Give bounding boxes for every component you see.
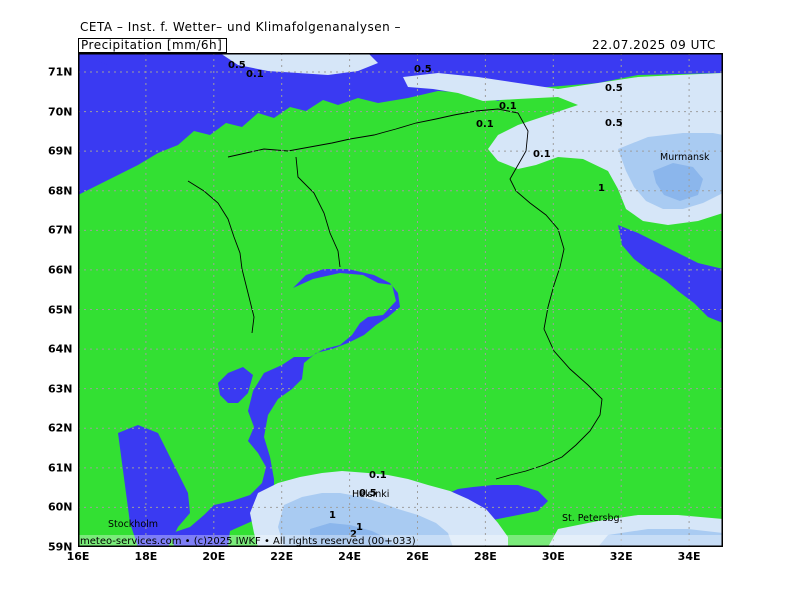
precipitation-map: 0.5 0.1 0.5 0.1 0.1 0.5 0.5 0.1 1 0.1 0.… <box>78 53 723 547</box>
latitude-label: 60N <box>48 500 73 514</box>
longitude-label: 28E <box>473 550 497 563</box>
parameter-title: Precipitation [mm/6h] <box>78 38 227 53</box>
city-label-st-petersburg: St. Petersbg. <box>562 513 623 524</box>
credit-text: meteo-services.com • (c)2025 IWKF • All … <box>80 536 416 547</box>
latitude-label: 67N <box>48 223 73 237</box>
longitude-label: 32E <box>609 550 633 563</box>
contour-label: 0.5 <box>605 83 623 94</box>
longitude-label: 16E <box>66 550 90 563</box>
city-label-stockholm: Stockholm <box>108 519 158 530</box>
contour-label: 0.1 <box>369 470 387 481</box>
latitude-label: 68N <box>48 184 73 198</box>
contour-label: 0.1 <box>533 149 551 160</box>
latitude-label: 70N <box>48 105 73 119</box>
longitude-label: 26E <box>406 550 429 563</box>
contour-label: 0.1 <box>499 101 517 112</box>
longitude-label: 18E <box>134 550 158 563</box>
contour-label: 0.5 <box>605 118 623 129</box>
longitude-label: 34E <box>677 550 701 563</box>
latitude-label: 71N <box>48 65 73 79</box>
latitude-label: 62N <box>48 421 73 435</box>
city-label-murmansk: Murmansk <box>660 152 710 163</box>
contour-label: 1 <box>598 183 605 194</box>
contour-label: 0.1 <box>476 119 494 130</box>
longitude-label: 30E <box>541 550 565 563</box>
latitude-label: 64N <box>48 342 73 356</box>
latitude-label: 63N <box>48 382 73 396</box>
model-source-title: CETA – Inst. f. Wetter– und Klimafolgena… <box>80 20 402 34</box>
valid-time: 22.07.2025 09 UTC <box>592 38 716 52</box>
latitude-label: 66N <box>48 263 73 277</box>
latitude-label: 69N <box>48 144 73 158</box>
latitude-label: 65N <box>48 303 73 316</box>
latitude-label: 61N <box>48 461 73 475</box>
city-label-helsinki: Helsinki <box>352 489 389 500</box>
contour-label: 0.1 <box>246 69 264 80</box>
contour-label: 1 <box>329 510 336 521</box>
contour-label: 0.5 <box>228 60 246 71</box>
contour-label: 1 <box>356 522 363 533</box>
contour-label: 0.5 <box>414 64 432 75</box>
longitude-label: 22E <box>270 550 294 563</box>
longitude-label: 24E <box>338 550 362 563</box>
longitude-label: 20E <box>202 550 226 563</box>
